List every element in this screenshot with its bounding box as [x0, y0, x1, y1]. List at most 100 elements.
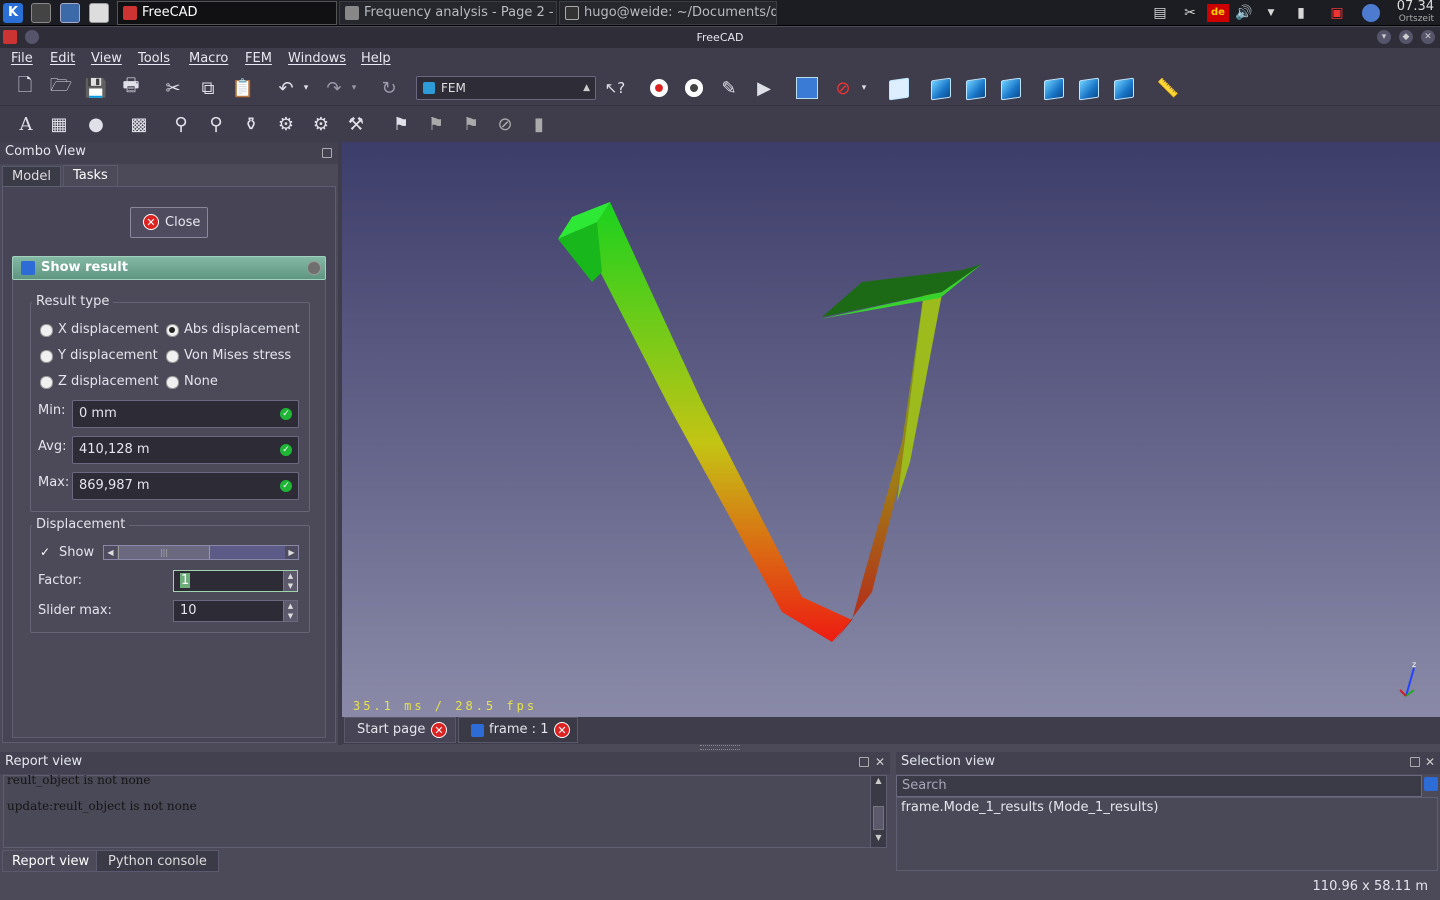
battery-icon[interactable]: ▮	[1292, 4, 1310, 22]
workbench-selector[interactable]: FEM ▲▼	[416, 76, 596, 115]
spin-down-icon[interactable]: ▼	[283, 581, 297, 591]
constraint-fixed-icon[interactable]: ⚲	[170, 113, 192, 135]
radio-x-displacement[interactable]: X displacement	[40, 322, 159, 337]
save-icon[interactable]: 💾	[85, 77, 107, 99]
factor-spinbox[interactable]: 1 ▲ ▼	[173, 570, 298, 592]
tray-expand-icon[interactable]: ▼	[1262, 4, 1280, 22]
tab-report-view[interactable]: Report view	[2, 850, 100, 872]
view-rear-icon[interactable]	[1044, 77, 1064, 101]
slider-max-spinbox[interactable]: 10 ▲ ▼	[173, 600, 298, 622]
spin-down-icon[interactable]: ▼	[283, 611, 297, 621]
scroll-down-icon[interactable]: ▼	[871, 833, 886, 847]
app-menu-icon[interactable]	[31, 3, 51, 23]
tab-start-page[interactable]: Start page ✕	[344, 717, 456, 743]
constraint-pulley-icon[interactable]: ⚙	[310, 113, 332, 135]
radio-z-displacement[interactable]: Z displacement	[40, 374, 159, 389]
macro-stop-icon[interactable]	[683, 77, 705, 99]
tab-tasks[interactable]: Tasks	[63, 165, 118, 186]
refresh-icon[interactable]: ↻	[378, 77, 400, 99]
report-scrollbar[interactable]: ▲ ▼	[870, 776, 886, 847]
menu-help[interactable]: Help	[361, 51, 391, 66]
macro-record-icon[interactable]	[648, 77, 670, 99]
file-manager-icon[interactable]	[89, 3, 109, 23]
undo-dropdown-icon[interactable]: ▾	[300, 77, 312, 99]
scroll-up-icon[interactable]: ▲	[871, 776, 886, 790]
slider-left-arrow[interactable]: ◀	[104, 546, 117, 559]
cut-icon[interactable]: ✂	[162, 77, 184, 99]
show-result-icon[interactable]: ▮	[528, 113, 550, 135]
dock-float-icon[interactable]	[859, 757, 869, 767]
whats-this-icon[interactable]: ↖?	[604, 77, 626, 99]
clear-search-icon[interactable]	[1424, 777, 1438, 791]
macro-execute-icon[interactable]: ▶	[753, 77, 775, 99]
fit-all-icon[interactable]	[796, 77, 818, 99]
solver-write-icon[interactable]: ⚑	[425, 113, 447, 135]
taskbar-task-document[interactable]: Frequency analysis - Page 2 -	[339, 1, 557, 25]
radio-none[interactable]: None	[166, 374, 218, 389]
collapse-icon[interactable]	[307, 261, 321, 275]
new-document-icon[interactable]: 🗋	[14, 75, 36, 99]
selection-item[interactable]: frame.Mode_1_results (Mode_1_results)	[901, 800, 1433, 815]
solver-run-icon[interactable]: ⚑	[460, 113, 482, 135]
tab-python-console[interactable]: Python console	[96, 850, 219, 872]
window-menu-button[interactable]	[25, 30, 39, 44]
updates-icon[interactable]	[1362, 4, 1380, 22]
purge-results-icon[interactable]: ⊘	[494, 113, 516, 135]
menu-tools[interactable]: Tools	[138, 51, 170, 66]
3d-viewport[interactable]: z	[342, 142, 1440, 717]
constraint-force-icon[interactable]: ⚲	[205, 113, 227, 135]
radio-y-displacement[interactable]: Y displacement	[40, 348, 158, 363]
dock-float-icon[interactable]	[1410, 757, 1420, 767]
radio-abs-displacement[interactable]: Abs displacement	[166, 322, 300, 337]
tab-model[interactable]: Model	[2, 166, 62, 186]
window-app-icon[interactable]	[3, 30, 17, 44]
slider-handle[interactable]: |||	[118, 546, 210, 559]
text-annotation-icon[interactable]: A	[15, 113, 37, 135]
tab-frame[interactable]: frame : 1 ✕	[458, 717, 578, 743]
kde-menu-icon[interactable]: K	[3, 3, 23, 23]
displacement-slider[interactable]: ◀ ||| ▶	[103, 545, 299, 560]
fem-mesh-icon[interactable]: ▩	[128, 113, 150, 135]
open-document-icon[interactable]: 🗁	[50, 75, 72, 99]
view-right-icon[interactable]	[1001, 77, 1021, 101]
klipper-icon[interactable]: ✂	[1181, 4, 1199, 22]
constraint-gear-icon[interactable]: ⚙	[275, 113, 297, 135]
redo-dropdown-icon[interactable]: ▾	[348, 77, 360, 99]
dock-float-icon[interactable]	[322, 148, 332, 158]
network-disconnected-icon[interactable]: ▣	[1328, 4, 1346, 22]
constraint-pressure-icon[interactable]: ⚒	[345, 113, 367, 135]
menu-windows[interactable]: Windows	[288, 51, 346, 66]
close-window-button[interactable]: ✕	[1421, 30, 1435, 44]
draw-style-dropdown-icon[interactable]: ▾	[858, 77, 870, 99]
show-desktop-icon[interactable]	[60, 3, 80, 23]
max-value-field[interactable]: 869,987 m ✓	[72, 472, 299, 500]
menu-file[interactable]: File	[11, 51, 33, 66]
view-front-icon[interactable]	[931, 77, 951, 101]
close-tab-icon[interactable]: ✕	[431, 722, 447, 738]
spin-up-icon[interactable]: ▲	[283, 601, 297, 611]
view-bottom-icon[interactable]	[1079, 77, 1099, 101]
solver-ccx-icon[interactable]: ⚑	[390, 113, 412, 135]
menu-fem[interactable]: FEM	[245, 51, 272, 66]
taskbar-task-freecad[interactable]: FreeCAD	[117, 1, 337, 25]
horizontal-splitter[interactable]	[700, 745, 740, 750]
macro-edit-icon[interactable]: ✎	[718, 77, 740, 99]
scroll-thumb[interactable]	[873, 806, 884, 830]
material-icon[interactable]: ●	[85, 113, 107, 135]
minimize-button[interactable]: ▾	[1377, 30, 1391, 44]
print-icon[interactable]: 🖶	[120, 75, 142, 99]
menu-macro[interactable]: Macro	[189, 51, 228, 66]
taskbar-task-terminal[interactable]: hugo@weide: ~/Documents/d	[559, 1, 777, 25]
copy-icon[interactable]: ⧉	[197, 77, 219, 99]
report-output[interactable]: reult_object is not none update:reult_ob…	[3, 773, 887, 848]
redo-icon[interactable]: ↷	[323, 77, 345, 99]
menu-view[interactable]: View	[91, 51, 122, 66]
volume-icon[interactable]: 🔊	[1235, 4, 1253, 22]
view-isometric-icon[interactable]	[889, 77, 909, 101]
draw-style-icon[interactable]: ⊘	[832, 77, 854, 99]
network-icon[interactable]: ▤	[1151, 4, 1169, 22]
view-top-icon[interactable]	[966, 77, 986, 101]
selection-search-input[interactable]: Search	[896, 775, 1422, 797]
undo-icon[interactable]: ↶	[275, 77, 297, 99]
spin-up-icon[interactable]: ▲	[283, 571, 297, 581]
